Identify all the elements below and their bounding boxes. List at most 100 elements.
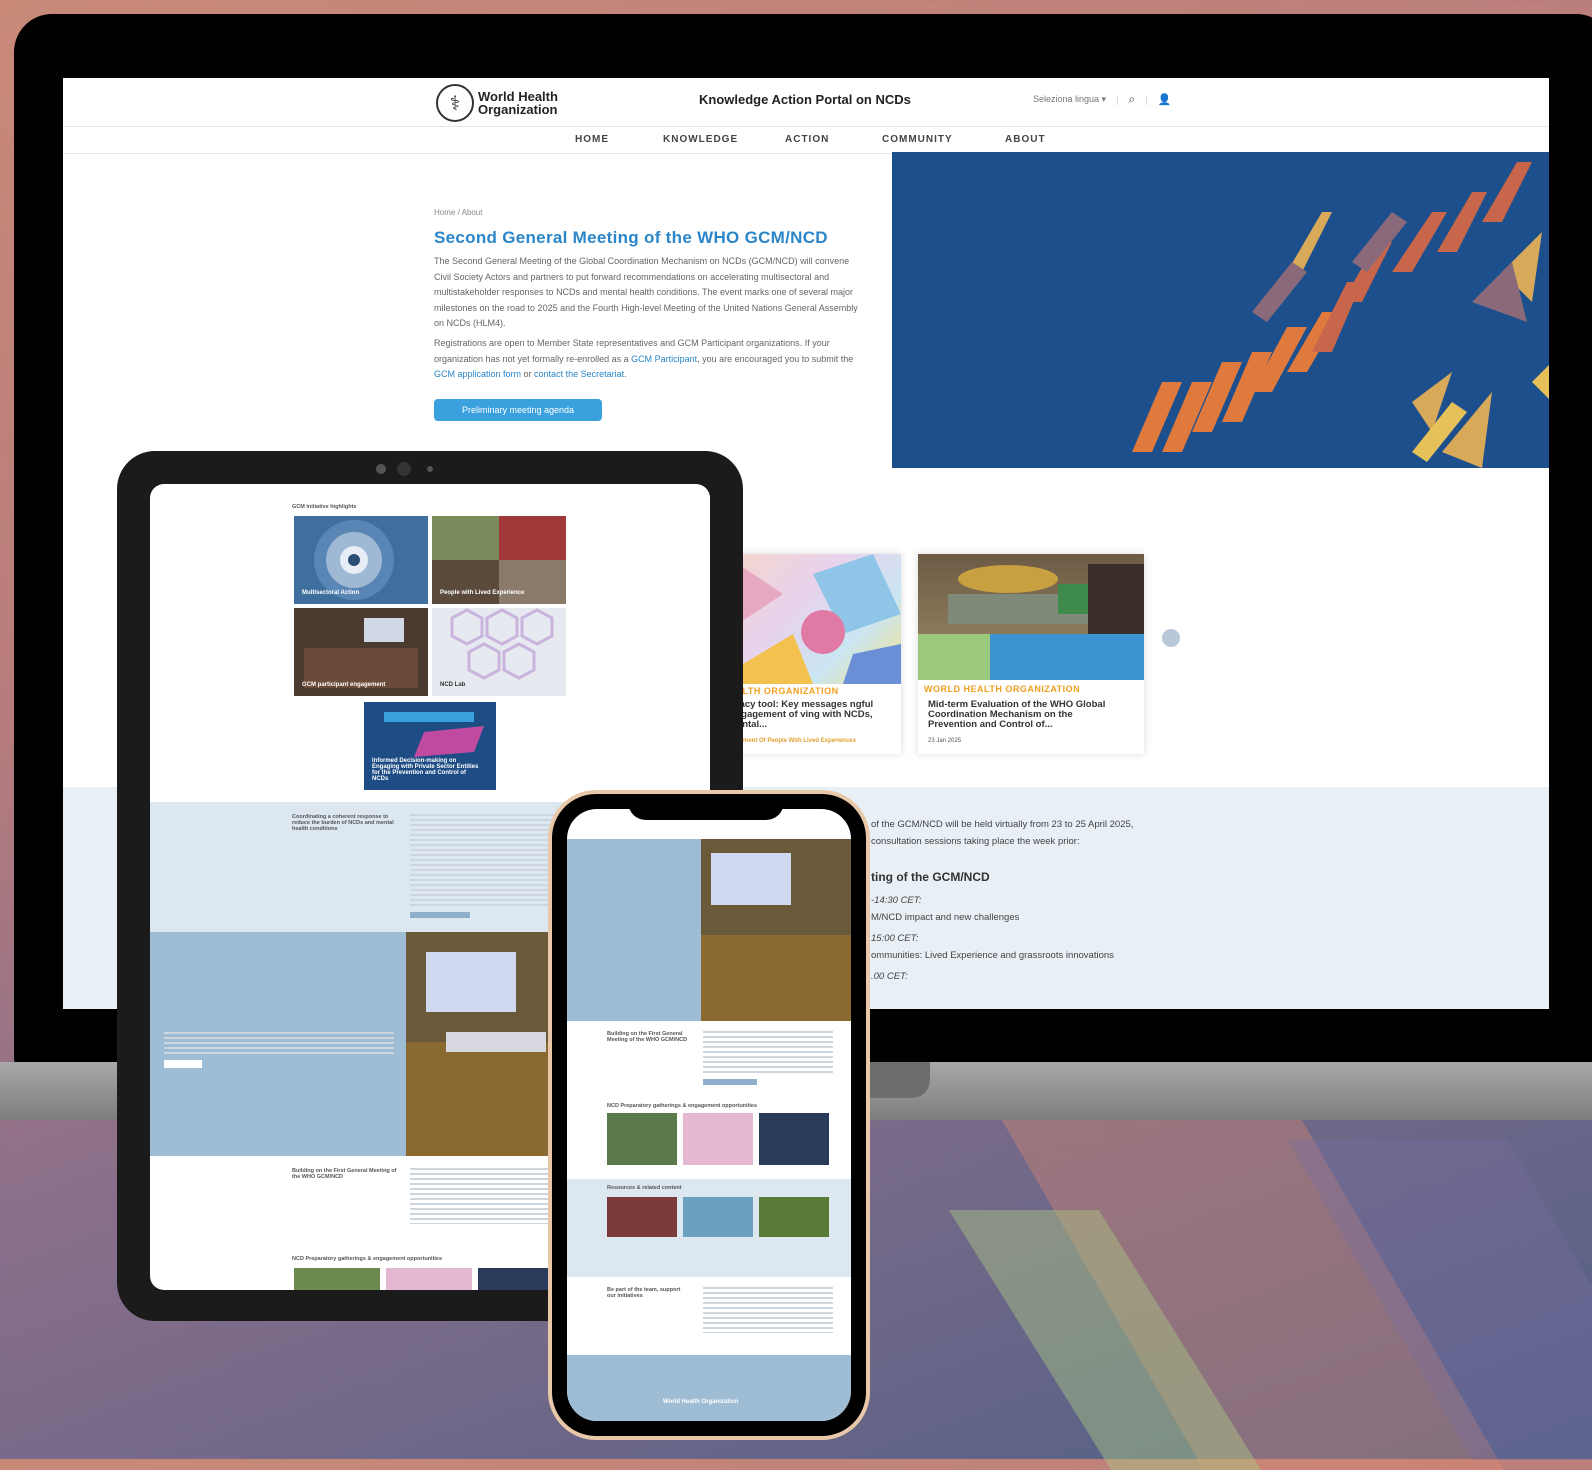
tile-ncd-lab[interactable]: NCD Lab — [432, 608, 566, 696]
site-header: ⚕ World Health Organization Knowledge Ac… — [63, 78, 1549, 127]
assembly-hall-illustration — [701, 853, 851, 1021]
phone-screen: Building on the First General Meeting of… — [567, 809, 851, 1421]
text-block — [164, 1032, 394, 1054]
registration-paragraph: Registrations are open to Member State r… — [434, 336, 864, 383]
resource-card[interactable]: EALTH ORGANIZATION acacy tool: Key messa… — [723, 554, 901, 754]
text-block — [703, 1031, 833, 1073]
who-logo[interactable]: ⚕ World Health Organization — [436, 84, 558, 122]
card-illustration — [723, 554, 901, 684]
food-photo-illustration — [948, 564, 1144, 634]
phone-building-heading: Building on the First General Meeting of… — [607, 1031, 688, 1043]
intro-paragraph: The Second General Meeting of the Global… — [434, 256, 858, 328]
card-block — [918, 634, 990, 680]
user-icon[interactable]: 👤 — [1158, 93, 1172, 106]
tile-label: GCM participant engagement — [302, 682, 386, 688]
agenda-button[interactable]: Preliminary meeting agenda — [434, 399, 602, 421]
event-banner — [150, 932, 406, 1156]
coord-heading: Coordinating a coherent response to redu… — [292, 814, 394, 832]
language-select[interactable]: Seleziona lingua ▾ — [1033, 94, 1106, 105]
tile-multisectoral[interactable]: Multisectoral Action — [294, 516, 428, 604]
tile-informed-decision[interactable]: Informed Decision-making on Engaging wit… — [364, 702, 496, 790]
nav-action[interactable]: ACTION — [785, 134, 829, 145]
search-icon[interactable]: ⌕ — [1128, 92, 1135, 107]
gcm-participant-link[interactable]: GCM Participant — [631, 354, 697, 364]
card-photo — [918, 554, 1144, 634]
gathering-thumb[interactable] — [294, 1268, 380, 1290]
tablet-sensor — [427, 466, 433, 472]
background-stripe — [1287, 1140, 1592, 1460]
resource-card[interactable]: WORLD HEALTH ORGANIZATION Mid-term Evalu… — [918, 554, 1144, 754]
para-text: , you are encouraged you to submit the — [697, 353, 854, 364]
contact-secretariat-link[interactable]: contact the Secretariat — [534, 369, 624, 379]
tablet-section-title: GCM initiative highlights — [292, 504, 357, 510]
read-more-button[interactable] — [410, 912, 470, 918]
phone-gathering-card[interactable] — [607, 1113, 677, 1165]
text-block — [703, 1287, 833, 1333]
agenda-line: consultation sessions taking place the w… — [871, 836, 1080, 847]
tile-label: Multisectoral Action — [302, 590, 360, 596]
phone-footer-logo[interactable]: World Health Organization — [663, 1399, 738, 1405]
header-tools: Seleziona lingua ▾ | ⌕ | 👤 — [1033, 92, 1171, 107]
phone-gatherings-heading: NCD Preparatory gatherings & engagement … — [607, 1103, 758, 1109]
card-pattern-illustration — [723, 554, 901, 684]
para-text: . — [624, 369, 627, 379]
agenda-item: ommunities: Lived Experience and grassro… — [871, 950, 1114, 961]
phone-assembly-photo — [701, 839, 851, 1021]
who-emblem-icon: ⚕ — [436, 84, 474, 122]
card-kicker: EALTH ORGANIZATION — [729, 686, 839, 696]
phone-notch — [628, 794, 784, 820]
hero-pattern-illustration — [1132, 162, 1549, 468]
agenda-item: M/NCD impact and new challenges — [871, 912, 1020, 923]
card-title[interactable]: acacy tool: Key messages ngful Engagemen… — [729, 700, 889, 730]
agenda-time: 15:00 CET: — [871, 933, 919, 944]
phone-event-banner — [567, 839, 701, 1021]
gathering-thumb[interactable] — [386, 1268, 472, 1290]
agenda-heading: ting of the GCM/NCD — [871, 870, 990, 884]
hero-graphic — [892, 152, 1549, 468]
card-kicker: WORLD HEALTH ORGANIZATION — [924, 684, 1081, 694]
portal-title: Knowledge Action Portal on NCDs — [699, 92, 911, 107]
nav-home[interactable]: HOME — [575, 134, 609, 145]
card-date: 23 Jan 2025 — [928, 738, 962, 744]
main-nav: HOME KNOWLEDGE ACTION COMMUNITY ABOUT — [63, 127, 1549, 154]
page-title: Second General Meeting of the WHO GCM/NC… — [434, 228, 828, 247]
card-tag[interactable]: gagement Of People With Lived Experience… — [729, 738, 856, 744]
nav-about[interactable]: ABOUT — [1005, 134, 1046, 145]
carousel-next-button[interactable] — [1162, 629, 1180, 647]
phone-gathering-card[interactable] — [683, 1113, 753, 1165]
divider: | — [1145, 94, 1148, 105]
para-text: or — [521, 369, 535, 379]
background-stripe — [948, 1210, 1262, 1470]
agenda-line: of the GCM/NCD will be held virtually fr… — [871, 819, 1134, 830]
tile-label: Informed Decision-making on Engaging wit… — [372, 758, 479, 782]
phone-footer: World Health Organization — [567, 1355, 851, 1421]
card-title[interactable]: Mid-term Evaluation of the WHO Global Co… — [928, 700, 1118, 730]
card-block — [990, 634, 1144, 680]
phone-resources-section: Resources & related content — [567, 1179, 851, 1277]
tile-lived-experience[interactable]: People with Lived Experience — [432, 516, 566, 604]
phone-resource-card[interactable] — [759, 1197, 829, 1237]
phone-resource-card[interactable] — [683, 1197, 753, 1237]
banner-button[interactable] — [164, 1060, 202, 1068]
tablet-sensor — [376, 464, 386, 474]
nav-community[interactable]: COMMUNITY — [882, 134, 953, 145]
gcm-application-link[interactable]: GCM application form — [434, 369, 521, 379]
tablet-camera — [397, 462, 411, 476]
agenda-time: -14:30 CET: — [871, 895, 922, 906]
divider: | — [1116, 94, 1119, 105]
logo-line2: Organization — [478, 102, 558, 117]
agenda-time: .00 CET: — [871, 971, 908, 982]
phone-frame: Building on the First General Meeting of… — [548, 790, 870, 1440]
phone-resource-card[interactable] — [607, 1197, 677, 1237]
building-heading: Building on the First General Meeting of… — [292, 1168, 397, 1180]
tile-gcm-participant[interactable]: GCM participant engagement — [294, 608, 428, 696]
gatherings-heading: NCD Preparatory gatherings & engagement … — [292, 1256, 443, 1262]
breadcrumb[interactable]: Home / About — [434, 208, 482, 217]
phone-gathering-card[interactable] — [759, 1113, 829, 1165]
background-stripe — [996, 1110, 1504, 1470]
nav-knowledge[interactable]: KNOWLEDGE — [663, 134, 738, 145]
tile-label: People with Lived Experience — [440, 590, 525, 596]
phone-team-heading: Be part of the team, support our initiat… — [607, 1287, 681, 1299]
phone-read-more-button[interactable] — [703, 1079, 757, 1085]
tile-label: NCD Lab — [440, 682, 466, 688]
